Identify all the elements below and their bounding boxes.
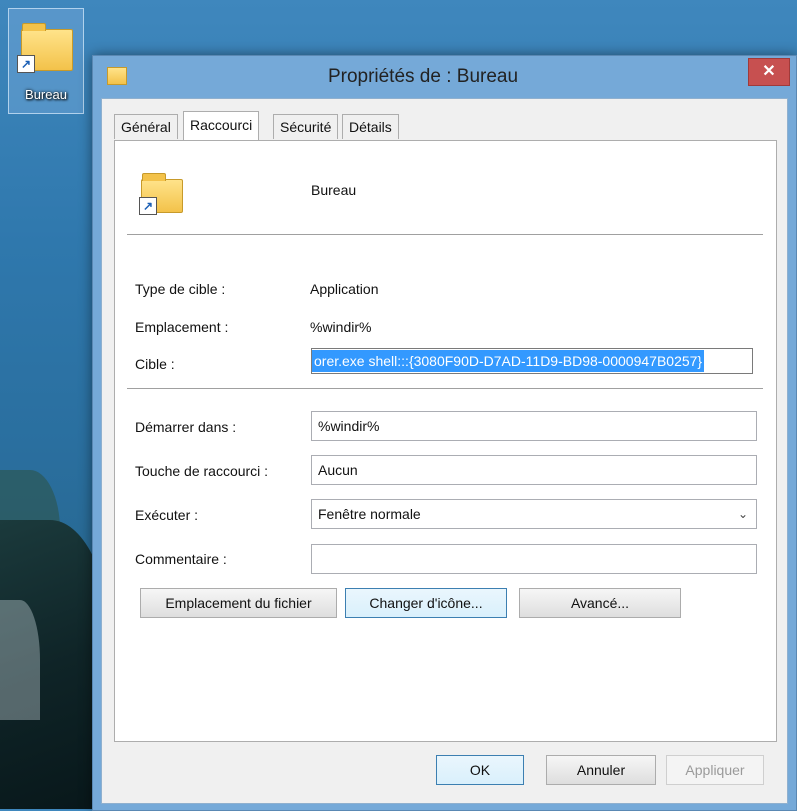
desktop-icon-label: Bureau	[25, 87, 67, 102]
shortcut-arrow-icon: ↗	[139, 197, 157, 215]
comment-field[interactable]	[311, 544, 757, 574]
divider	[127, 388, 763, 389]
location-label: Emplacement :	[135, 319, 229, 335]
comment-label: Commentaire :	[135, 551, 227, 567]
desktop-wallpaper-foam	[0, 600, 40, 720]
title-bar[interactable]: Propriétés de : Bureau ✕	[93, 56, 796, 98]
target-label: Cible :	[135, 356, 175, 372]
shortcut-name: Bureau	[311, 182, 357, 198]
close-button[interactable]: ✕	[748, 58, 790, 86]
shortcut-large-icon: ↗	[137, 171, 185, 215]
target-selected-text: orer.exe shell:::{3080F90D-D7AD-11D9-BD9…	[312, 350, 705, 372]
desktop-icon-bureau[interactable]: ↗ Bureau	[8, 8, 84, 114]
shortcut-arrow-icon: ↗	[17, 55, 35, 73]
ok-button[interactable]: OK	[436, 755, 524, 785]
run-select-value: Fenêtre normale	[318, 506, 421, 522]
tab-details[interactable]: Détails	[342, 114, 399, 139]
properties-dialog: Propriétés de : Bureau ✕ Général Raccour…	[92, 55, 797, 811]
dialog-client-area: Général Raccourci Sécurité Détails ↗ Bur…	[101, 98, 788, 804]
tab-raccourci[interactable]: Raccourci	[183, 111, 260, 140]
target-field[interactable]: orer.exe shell:::{3080F90D-D7AD-11D9-BD9…	[311, 348, 753, 374]
target-type-value: Application	[310, 281, 379, 297]
target-type-label: Type de cible :	[135, 281, 226, 297]
divider	[127, 234, 763, 235]
start-in-field[interactable]: %windir%	[311, 411, 757, 441]
run-label: Exécuter :	[135, 507, 199, 523]
apply-button[interactable]: Appliquer	[666, 755, 764, 785]
change-icon-button[interactable]: Changer d'icône...	[345, 588, 507, 618]
chevron-down-icon: ⌄	[737, 507, 748, 521]
run-select[interactable]: Fenêtre normale ⌄	[311, 499, 757, 529]
shortcut-key-label: Touche de raccourci :	[135, 463, 269, 479]
location-value: %windir%	[310, 319, 372, 335]
open-file-location-button[interactable]: Emplacement du fichier	[140, 588, 337, 618]
dialog-title: Propriétés de : Bureau	[327, 66, 519, 87]
shortcut-key-field[interactable]: Aucun	[311, 455, 757, 485]
start-in-label: Démarrer dans :	[135, 419, 237, 435]
tab-securite[interactable]: Sécurité	[273, 114, 339, 139]
tab-general[interactable]: Général	[114, 114, 178, 139]
cancel-button[interactable]: Annuler	[546, 755, 656, 785]
shortcut-tab-panel: ↗ Bureau Type de cible : Application Emp…	[114, 140, 777, 742]
advanced-button[interactable]: Avancé...	[519, 588, 681, 618]
